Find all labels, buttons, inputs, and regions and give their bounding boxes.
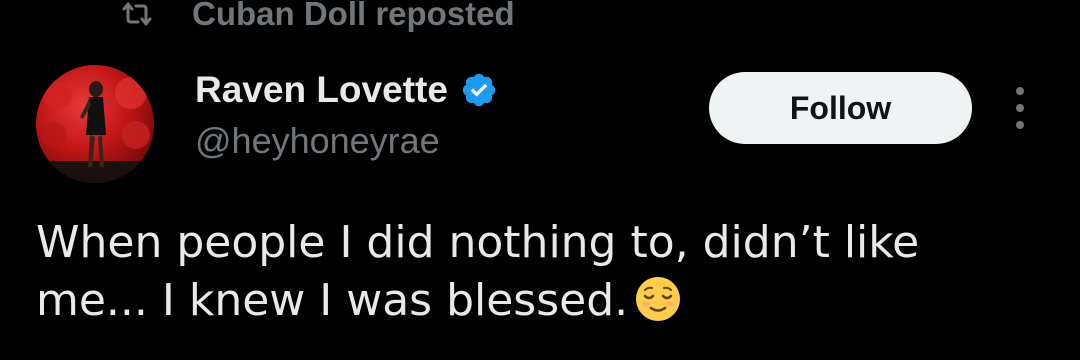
more-options-dot [1016,87,1024,95]
more-options-dot [1016,104,1024,112]
author-name-row[interactable]: Raven Lovette [195,66,498,114]
verified-badge-icon [460,71,498,109]
author-display-name[interactable]: Raven Lovette [195,69,448,111]
repost-icon [122,1,152,27]
tweet-text-line-2: me... I knew I was blessed. [36,275,629,326]
author-handle[interactable]: @heyhoneyrae [195,120,440,162]
avatar[interactable] [36,65,154,183]
relieved-face-emoji-icon [634,275,682,323]
tweet-text-line-1: When people I did nothing to, didn’t lik… [36,217,920,268]
repost-label[interactable]: Cuban Doll reposted [192,0,515,33]
more-options-dot [1016,121,1024,129]
more-options-icon[interactable] [1003,85,1037,131]
avatar-photo [36,77,154,183]
repost-indicator[interactable]: Cuban Doll reposted [122,0,515,34]
tweet-text: When people I did nothing to, didn’t lik… [36,214,1046,330]
follow-button[interactable]: Follow [709,72,972,144]
